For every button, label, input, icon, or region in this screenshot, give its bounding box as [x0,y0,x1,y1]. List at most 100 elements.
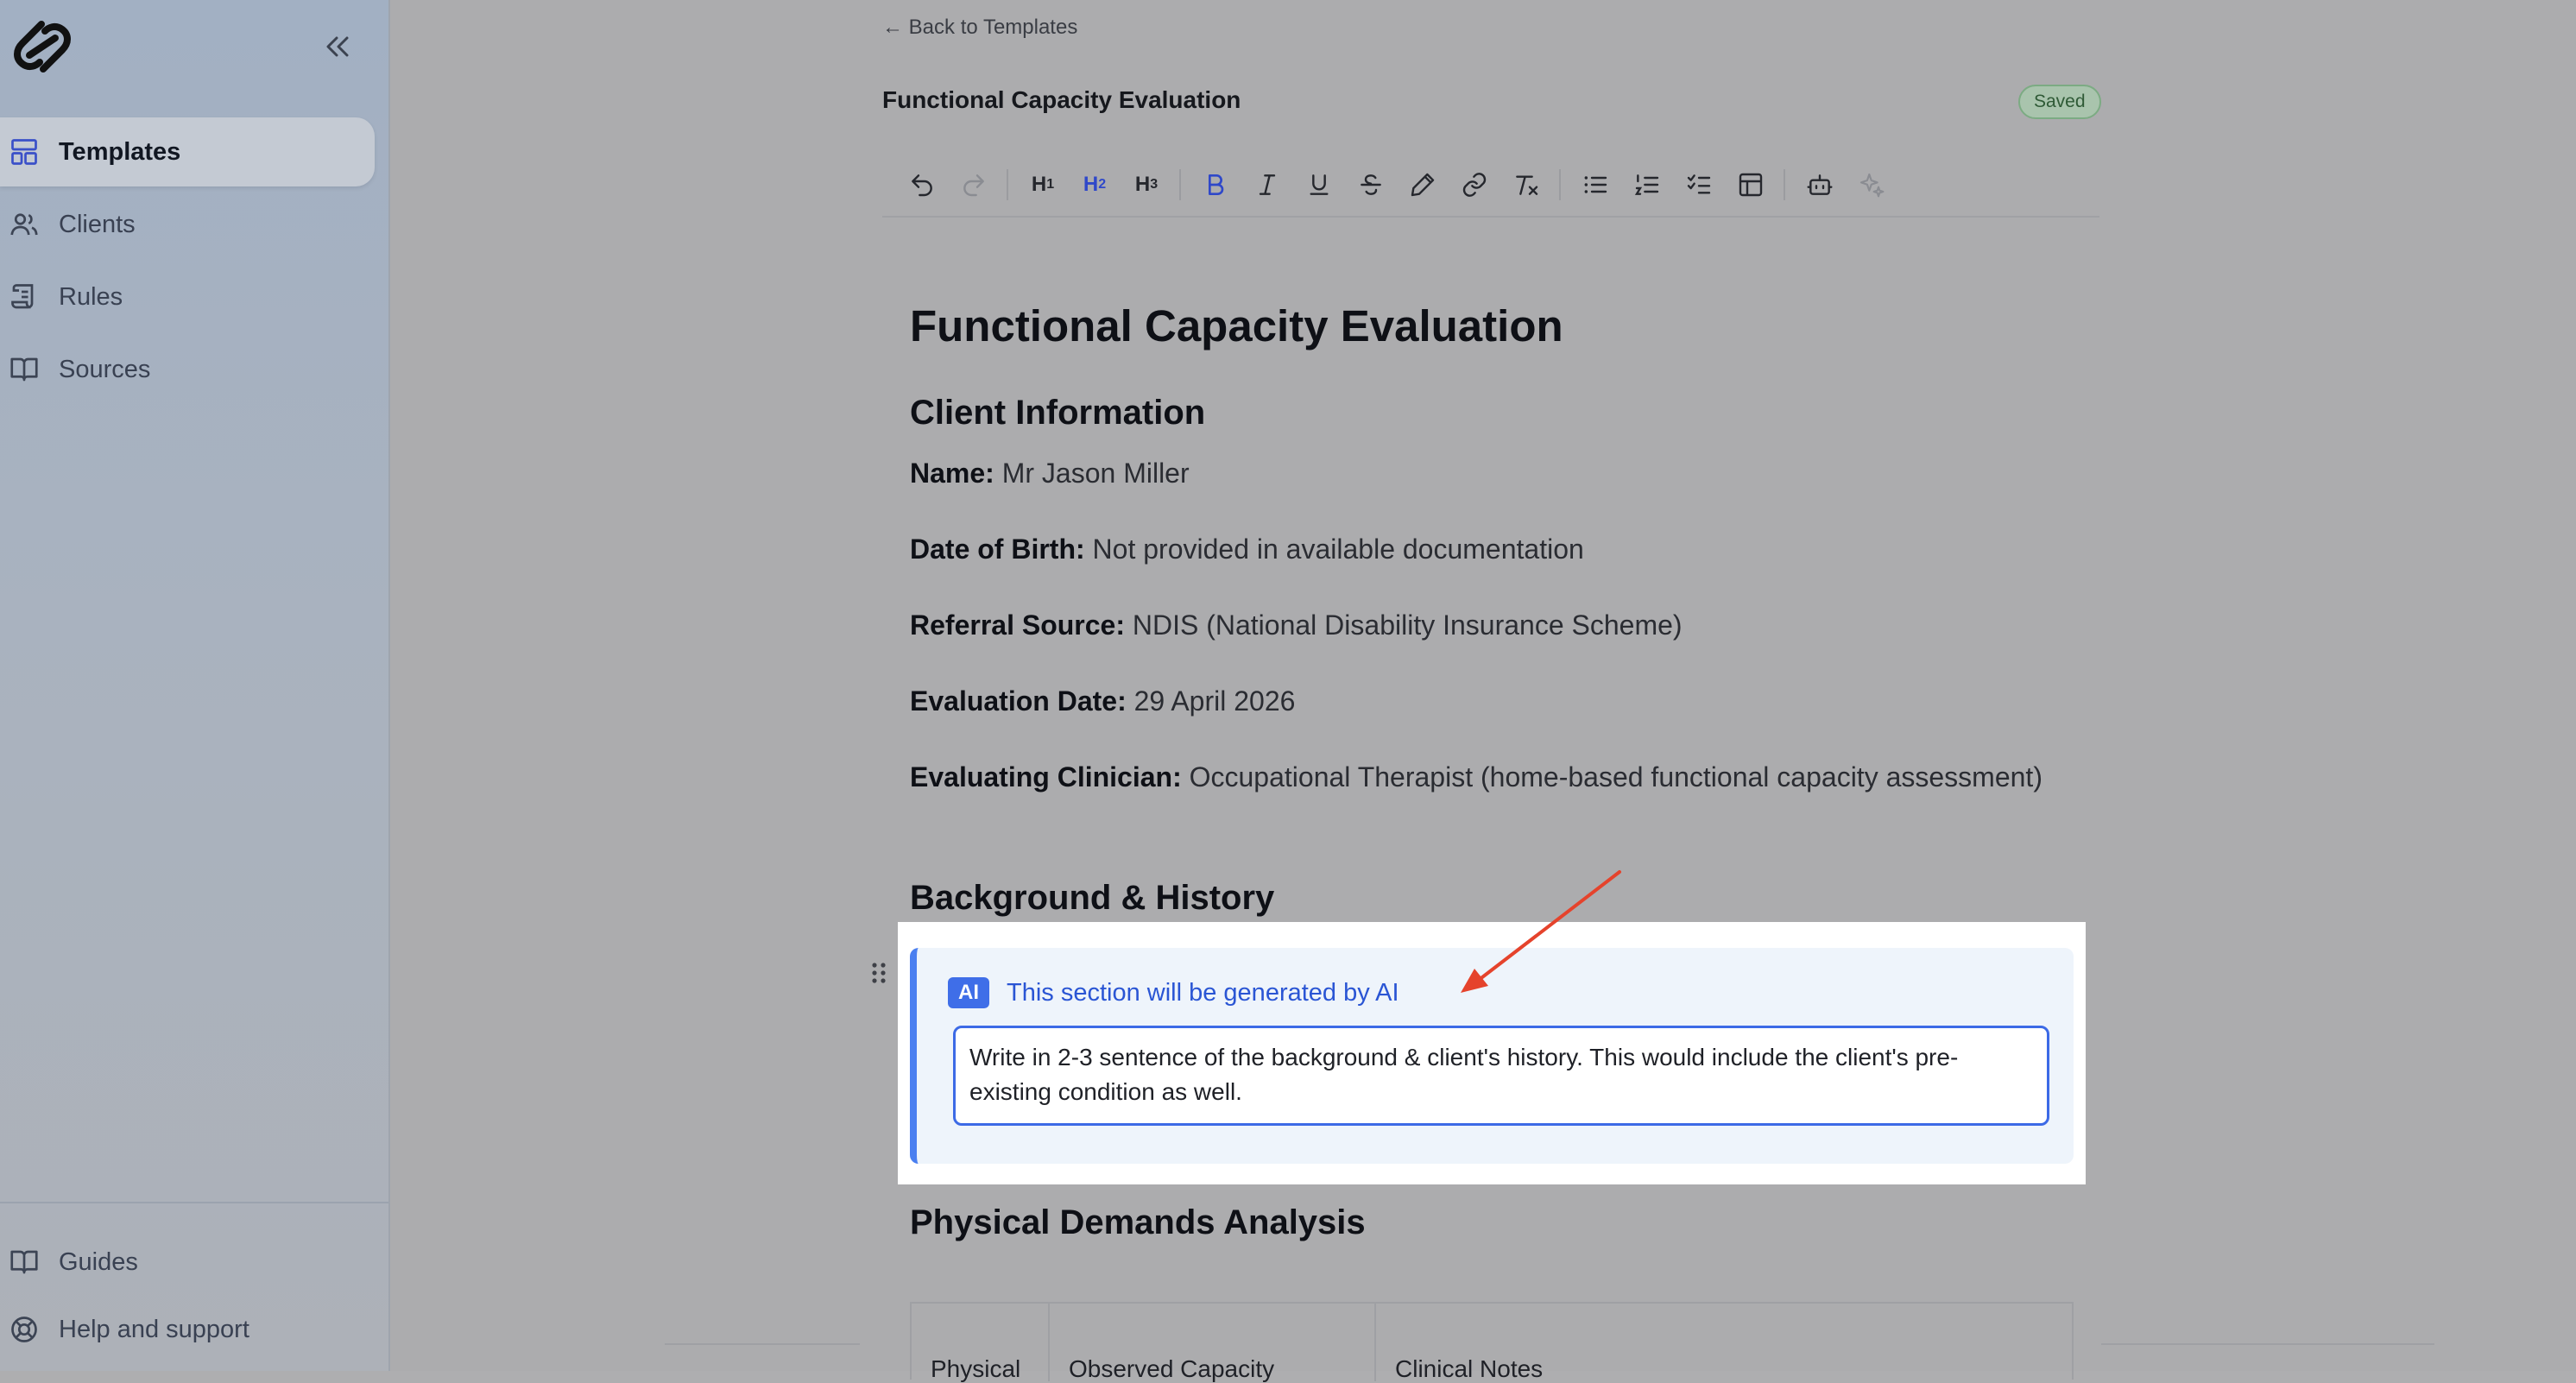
scroll-icon [9,281,40,313]
sidebar-item-label: Help and support [59,1315,249,1343]
ai-prompt-input[interactable]: Write in 2-3 sentence of the background … [953,1026,2049,1126]
table-icon [1739,173,1763,197]
field-label: Evaluating Clinician: [910,761,1182,793]
physical-demands-table: Physical Observed Capacity Clinical Note… [910,1302,2074,1383]
back-to-templates-link[interactable]: ← Back to Templates [882,16,1077,40]
list-ordered-icon [1634,174,1659,195]
table-column-divider [1048,1304,1050,1381]
sidebar-item-help[interactable]: Help and support [0,1295,375,1364]
table-column-divider [1374,1304,1376,1381]
table-header-clinical-notes[interactable]: Clinical Notes [1395,1355,1543,1383]
layout-icon [9,136,40,167]
underline-icon [1310,174,1329,195]
divider [665,1343,860,1345]
field-label: Date of Birth: [910,534,1085,565]
heading-1-label: H [1031,173,1047,196]
checklist-button[interactable] [1680,166,1718,204]
sidebar-item-sources[interactable]: Sources [0,335,375,404]
template-title[interactable]: Functional Capacity Evaluation [882,86,1241,114]
heading-1-level: 1 [1046,177,1055,192]
strikethrough-icon [1361,174,1381,195]
field-value: Mr Jason Miller [1001,458,1190,489]
divider [2101,1343,2434,1345]
life-buoy-icon [9,1314,40,1345]
section-heading-client-info[interactable]: Client Information [910,394,1205,433]
section-heading-physical-demands[interactable]: Physical Demands Analysis [910,1203,1366,1242]
sparkles-icon [1859,173,1885,198]
link-button[interactable] [1455,166,1493,204]
field-label: Name: [910,458,994,489]
book-open-icon [9,354,40,385]
sidebar-item-clients[interactable]: Clients [0,190,375,259]
sidebar-item-guides[interactable]: Guides [0,1228,375,1297]
bullet-list-button[interactable] [1576,166,1614,204]
field-label: Referral Source: [910,609,1125,641]
bot-icon [1807,174,1833,195]
clear-formatting-button[interactable] [1507,166,1545,204]
toolbar-divider [1784,169,1785,200]
list-bullet-icon [1584,176,1607,193]
undo-button[interactable] [903,166,941,204]
toolbar-divider [1559,169,1561,200]
heading-2-button[interactable]: H2 [1076,166,1114,204]
heading-3-level: 3 [1150,177,1159,192]
sidebar-item-rules[interactable]: Rules [0,262,375,332]
redo-icon [963,174,984,197]
sidebar-item-label: Clients [59,210,136,238]
redo-button[interactable] [955,166,993,204]
bold-icon [1209,174,1224,195]
underline-button[interactable] [1300,166,1338,204]
saved-status-badge: Saved [2018,85,2101,119]
field-label: Evaluation Date: [910,685,1127,717]
link-icon [1462,173,1487,197]
heading-2-level: 2 [1098,177,1107,192]
book-open-icon [9,1247,40,1278]
ordered-list-button[interactable] [1628,166,1666,204]
heading-2-label: H [1083,173,1099,196]
users-icon [9,209,40,240]
sidebar: Templates Clients Rules Sources Guides H… [0,0,390,1371]
undo-icon [912,174,932,197]
ai-badge: AI [948,977,989,1008]
field-value: 29 April 2026 [1133,685,1296,717]
sidebar-item-label: Templates [59,137,181,166]
ai-section-heading: This section will be generated by AI [1007,979,1399,1007]
drag-handle-icon[interactable] [870,960,887,986]
field-name[interactable]: Name: Mr Jason Miller [910,452,2075,494]
bold-button[interactable] [1196,166,1234,204]
toolbar-divider [1007,169,1008,200]
field-value: Occupational Therapist (home-based funct… [1189,761,2042,793]
editor-toolbar: H1 H2 H3 [882,155,2099,218]
field-value: NDIS (National Disability Insurance Sche… [1132,609,1683,641]
table-header-physical[interactable]: Physical [931,1355,1020,1383]
app-logo[interactable] [3,17,81,76]
chevrons-left-icon[interactable] [318,29,357,64]
annotation-arrow-icon [1461,870,1621,993]
document-title[interactable]: Functional Capacity Evaluation [910,300,1563,351]
strikethrough-button[interactable] [1352,166,1390,204]
toolbar-divider [1179,169,1181,200]
field-referral-source[interactable]: Referral Source: NDIS (National Disabili… [910,604,2075,646]
pen-icon [1411,173,1435,197]
sidebar-item-label: Rules [59,282,123,311]
field-evaluation-date[interactable]: Evaluation Date: 29 April 2026 [910,680,2075,722]
field-evaluating-clinician[interactable]: Evaluating Clinician: Occupational Thera… [910,756,2075,798]
highlight-button[interactable] [1404,166,1442,204]
heading-3-button[interactable]: H3 [1127,166,1165,204]
ai-bot-button[interactable] [1801,166,1839,204]
table-header-observed-capacity[interactable]: Observed Capacity [1069,1355,1274,1383]
heading-1-button[interactable]: H1 [1024,166,1062,204]
sidebar-item-label: Guides [59,1247,138,1276]
sidebar-divider [0,1202,388,1203]
section-heading-background[interactable]: Background & History [910,879,1274,918]
field-date-of-birth[interactable]: Date of Birth: Not provided in available… [910,528,2075,570]
table-button[interactable] [1732,166,1770,204]
italic-button[interactable] [1248,166,1286,204]
field-value: Not provided in available documentation [1092,534,1584,565]
sidebar-item-templates[interactable]: Templates [0,117,375,186]
list-checks-icon [1687,174,1711,194]
remove-formatting-icon [1516,175,1538,195]
italic-icon [1259,174,1276,195]
sidebar-item-label: Sources [59,355,151,383]
ai-sparkle-button[interactable] [1853,166,1891,204]
